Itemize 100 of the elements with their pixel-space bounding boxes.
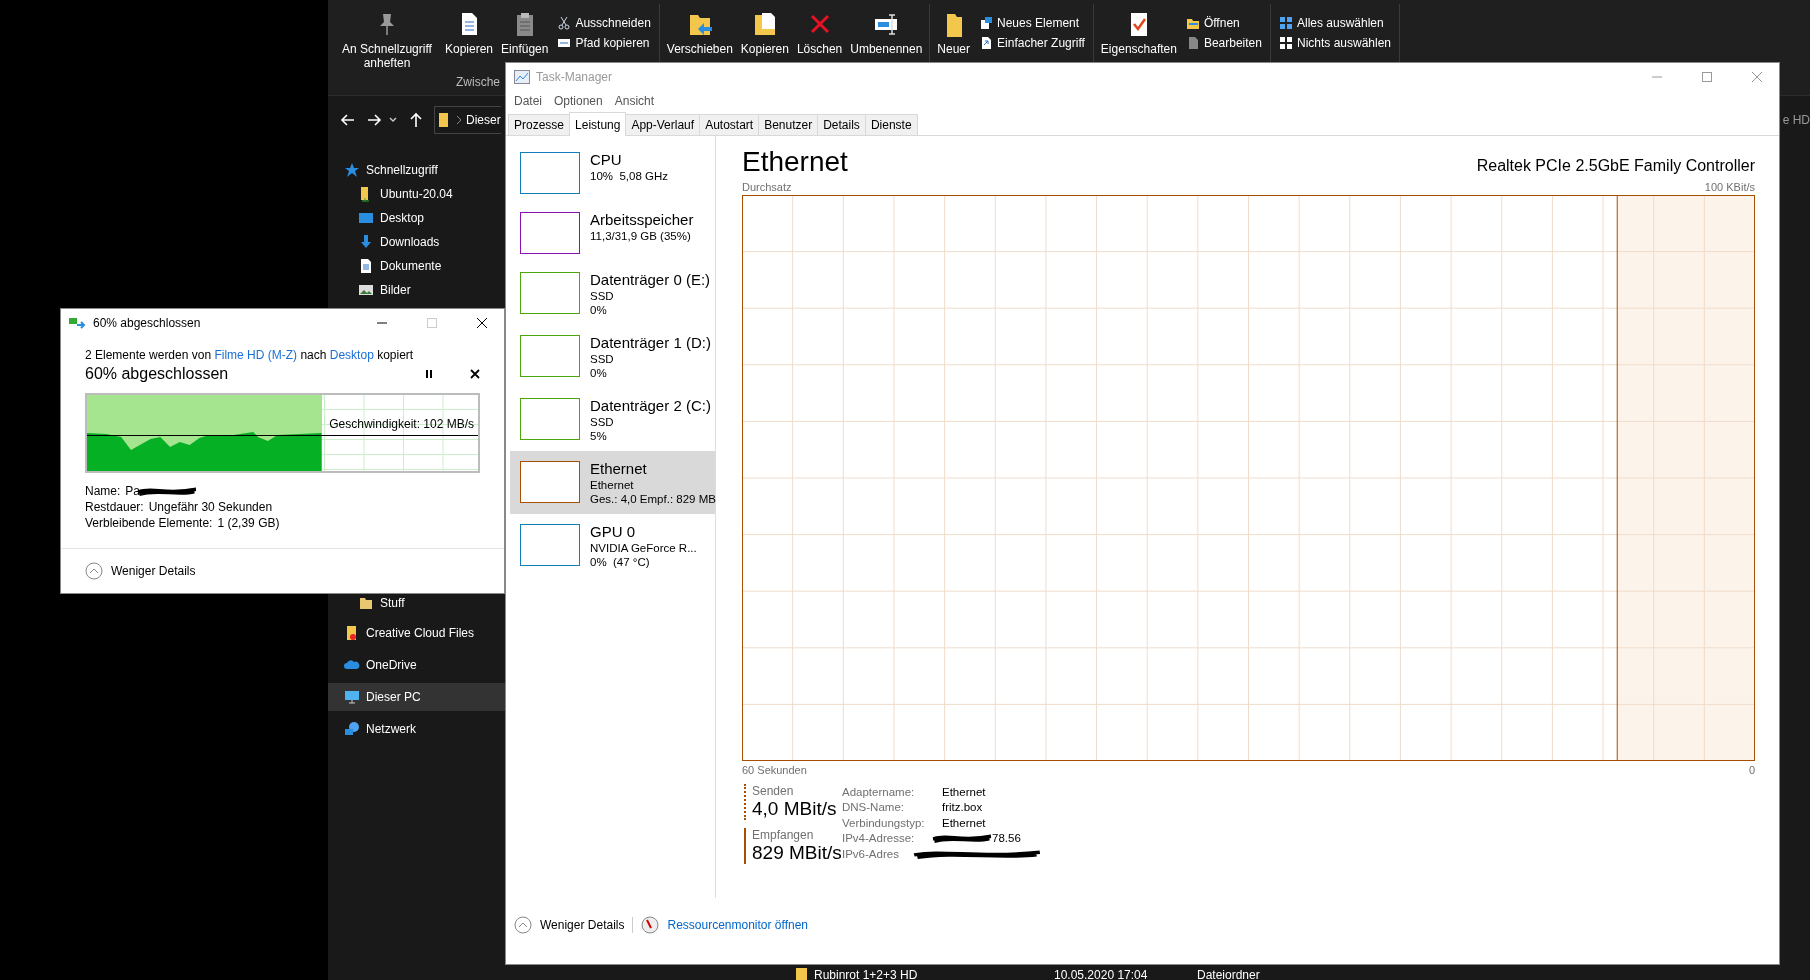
ribbon-button[interactable]: Pfad kopieren bbox=[553, 34, 655, 52]
resource-item[interactable]: Ethernet Ethernet Ges.: 4,0 Empf.: 829 MB bbox=[510, 451, 715, 514]
property-label: IPv6-Adres bbox=[842, 847, 900, 860]
fewer-details-link[interactable]: Weniger Details bbox=[111, 564, 196, 578]
tab[interactable]: Details bbox=[817, 114, 866, 135]
ribbon-button[interactable]: Neuer bbox=[934, 8, 974, 58]
close-icon[interactable] bbox=[477, 318, 487, 328]
property-value: 78.56 bbox=[992, 832, 1021, 845]
tab[interactable]: Autostart bbox=[699, 114, 760, 135]
navigation-item[interactable]: OneDrive bbox=[328, 651, 505, 679]
property-value: Ethernet bbox=[942, 816, 986, 829]
property-label: Verbindungstyp: bbox=[842, 816, 926, 829]
resource-item[interactable]: Arbeitsspeicher 11,3/31,9 GB (35%) bbox=[510, 202, 715, 262]
source-link[interactable]: Filme HD (M-Z) bbox=[214, 348, 298, 362]
search-field[interactable]: e HD bbox=[1782, 113, 1810, 127]
navigation-item[interactable]: Desktop bbox=[328, 206, 505, 230]
property-value: fritz.box bbox=[942, 801, 983, 814]
resource-item[interactable]: Datenträger 0 (E:) SSD 0% bbox=[510, 262, 715, 325]
tab[interactable]: Benutzer bbox=[758, 114, 819, 135]
pause-icon[interactable] bbox=[424, 369, 434, 379]
resource-item[interactable]: Datenträger 2 (C:) SSD 5% bbox=[510, 388, 715, 451]
time-end-label: 0 bbox=[1748, 764, 1755, 776]
send-stat: Senden 4,0 MBit/s bbox=[744, 784, 842, 820]
window-title: Task-Manager bbox=[536, 70, 613, 84]
destination-link[interactable]: Desktop bbox=[329, 348, 374, 362]
grid-icon bbox=[1278, 36, 1293, 50]
resource-item[interactable]: Datenträger 1 (D:) SSD 0% bbox=[510, 325, 715, 388]
navigation-item[interactable]: Schnellzugriff bbox=[328, 158, 505, 182]
ribbon-button[interactable]: Kopieren bbox=[737, 8, 792, 58]
cancel-icon[interactable] bbox=[470, 369, 480, 379]
dialog-title: 60% abgeschlossen bbox=[93, 316, 201, 330]
property-value: Ethernet bbox=[942, 785, 986, 798]
resource-item[interactable]: CPU 10% 5,08 GHz bbox=[510, 142, 715, 202]
graph-max-label: 100 KBit/s bbox=[1704, 181, 1755, 193]
menu-item[interactable]: Optionen bbox=[548, 94, 609, 108]
ribbon-button[interactable]: Eigenschaften bbox=[1097, 8, 1180, 58]
tab[interactable]: Dienste bbox=[864, 114, 918, 135]
back-arrow-icon[interactable] bbox=[340, 112, 356, 128]
chevron-up-circle-icon[interactable] bbox=[85, 562, 103, 580]
ribbon-button[interactable]: Neues Element bbox=[975, 14, 1089, 32]
resource-stat: 0% bbox=[590, 366, 608, 380]
resource-stat: Ethernet bbox=[590, 478, 635, 492]
navigation-item[interactable]: Netzwerk bbox=[328, 715, 505, 743]
resource-stat: 11,3/31,9 GB (35%) bbox=[590, 229, 692, 243]
address-bar[interactable]: Dieser bbox=[434, 106, 501, 134]
ribbon-button[interactable]: An Schnellzugriff anheften bbox=[334, 8, 440, 72]
ribbon-button[interactable]: Verschieben bbox=[663, 8, 736, 58]
document-icon bbox=[358, 258, 374, 274]
chevron-right-icon bbox=[456, 115, 462, 125]
navigation-item[interactable]: Dokumente bbox=[328, 254, 505, 278]
resource-name: Datenträger 2 (C:) bbox=[590, 396, 711, 415]
file-row[interactable]: Rubinrot 1+2+3 HD 10.05.2020 17:04 Dateiordner bbox=[505, 967, 1810, 980]
resource-name: Datenträger 0 (E:) bbox=[590, 270, 711, 289]
fewer-details-link[interactable]: Weniger Details bbox=[540, 918, 625, 932]
ribbon-button[interactable]: Bearbeiten bbox=[1181, 34, 1266, 52]
property-label: Adaptername: bbox=[842, 785, 916, 798]
tab[interactable]: Leistung bbox=[569, 112, 627, 136]
detail-value: Pa bbox=[125, 484, 141, 498]
forward-arrow-icon[interactable] bbox=[366, 112, 382, 128]
scissors-icon bbox=[557, 16, 572, 30]
ribbon-button[interactable]: Einfacher Zugriff bbox=[975, 34, 1089, 52]
chevron-up-circle-icon[interactable] bbox=[514, 916, 532, 934]
file-type: Dateiordner bbox=[1197, 968, 1260, 980]
navigation-item[interactable]: Downloads bbox=[328, 230, 505, 254]
tab[interactable]: Prozesse bbox=[508, 114, 571, 135]
speed-label: Geschwindigkeit: 102 MB/s bbox=[329, 417, 474, 431]
folder-icon bbox=[795, 967, 809, 980]
ribbon-group-label: Zwische bbox=[456, 75, 500, 89]
navigation-item[interactable]: Dieser PC bbox=[328, 683, 505, 711]
resource-stat: 0% bbox=[590, 303, 608, 317]
resource-stat: 0% (47 °C) bbox=[590, 555, 651, 569]
navigation-item[interactable]: Bilder bbox=[328, 278, 505, 302]
grid-icon bbox=[1278, 16, 1293, 30]
detail-value: 1 (2,39 GB) bbox=[217, 516, 280, 530]
time-span-label: 60 Sekunden bbox=[742, 764, 807, 776]
navigation-item[interactable]: Stuff bbox=[328, 591, 505, 615]
navigation-item[interactable]: Creative Cloud Files bbox=[328, 619, 505, 647]
ribbon-button[interactable]: Umbenennen bbox=[847, 8, 926, 58]
ribbon-button[interactable]: Löschen bbox=[793, 8, 846, 58]
menu-item[interactable]: Datei bbox=[508, 94, 548, 108]
up-arrow-icon[interactable] bbox=[408, 112, 424, 128]
navigation-item[interactable]: Ubuntu-20.04 bbox=[328, 182, 505, 206]
address-text: Dieser bbox=[466, 113, 501, 127]
ribbon-button[interactable]: Nichts auswählen bbox=[1274, 34, 1396, 52]
graph-label: Durchsatz bbox=[742, 181, 792, 193]
ribbon-button[interactable]: Ausschneiden bbox=[553, 14, 655, 32]
ribbon-button[interactable]: Öffnen bbox=[1181, 14, 1266, 32]
network-icon bbox=[344, 721, 360, 737]
menu-item[interactable]: Ansicht bbox=[608, 94, 661, 108]
resource-stat: SSD bbox=[590, 415, 615, 429]
download-icon bbox=[358, 234, 374, 250]
tab[interactable]: App-Verlauf bbox=[625, 114, 701, 135]
path-icon bbox=[557, 36, 572, 50]
ribbon-button[interactable]: Einfügen bbox=[498, 8, 552, 58]
receive-stat: Empfangen 829 MBit/s bbox=[744, 828, 842, 864]
ribbon-button[interactable]: Kopieren bbox=[442, 8, 497, 58]
ribbon-button[interactable]: Alles auswählen bbox=[1274, 14, 1396, 32]
resource-monitor-link[interactable]: Ressourcenmonitor öffnen bbox=[667, 918, 808, 932]
resource-item[interactable]: GPU 0 NVIDIA GeForce R... 0% (47 °C) bbox=[510, 514, 715, 577]
maximize-icon[interactable] bbox=[1702, 72, 1712, 82]
